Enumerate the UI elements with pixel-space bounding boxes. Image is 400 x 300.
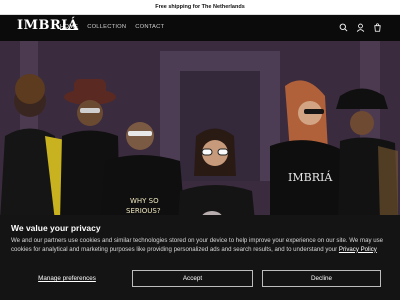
account-icon[interactable] [356, 23, 365, 32]
decline-button[interactable]: Decline [262, 270, 381, 287]
nav-collection[interactable]: COLLECTION [87, 24, 126, 30]
cookie-title: We value your privacy [11, 223, 101, 233]
header-icons [339, 23, 382, 32]
manage-preferences-button[interactable]: Manage preferences [11, 270, 123, 287]
shirt-print-2: SERIOUS? [126, 207, 161, 215]
cookie-text: We and our partners use cookies and simi… [11, 237, 389, 254]
announcement-text: Free shipping for The Netherlands [155, 4, 245, 10]
search-icon[interactable] [339, 23, 348, 32]
announcement-bar: Free shipping for The Netherlands [0, 0, 400, 15]
shirt-print-3: IMBRIÁ [288, 170, 333, 184]
accept-button[interactable]: Accept [132, 270, 253, 287]
nav-home[interactable]: HOME [60, 24, 78, 30]
cart-icon[interactable] [373, 23, 382, 32]
shirt-print-1: WHY SO [130, 197, 159, 205]
main-nav: HOME COLLECTION CONTACT [60, 24, 164, 30]
cookie-banner: We value your privacy We and our partner… [0, 215, 400, 300]
cookie-body: We and our partners use cookies and simi… [11, 237, 384, 253]
site-header: IMBRIÁ HOME COLLECTION CONTACT [0, 15, 400, 41]
nav-contact[interactable]: CONTACT [135, 24, 164, 30]
privacy-policy-link[interactable]: Privacy Policy [339, 246, 377, 253]
